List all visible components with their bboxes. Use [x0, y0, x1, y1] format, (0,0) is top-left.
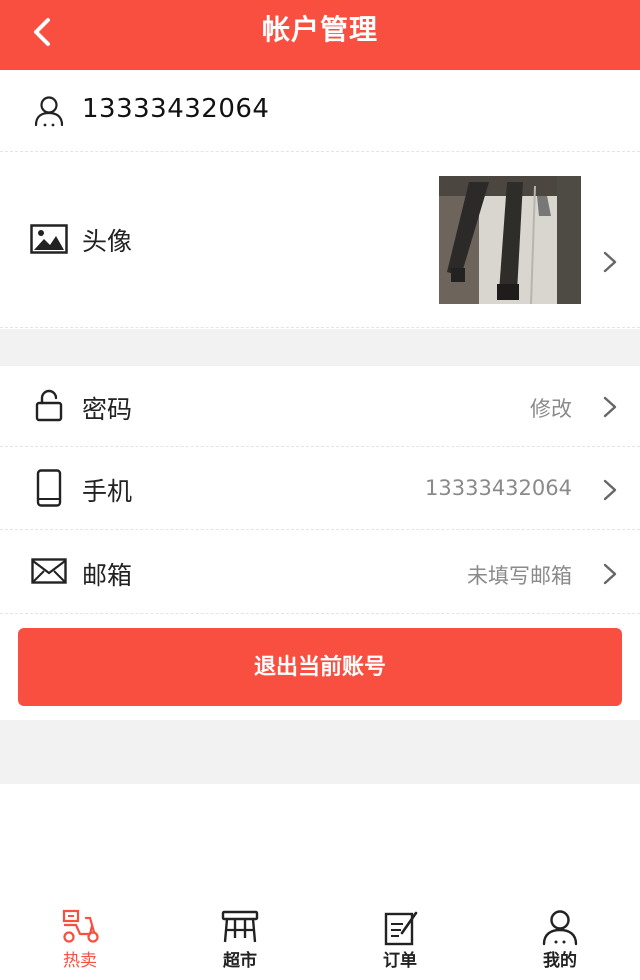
chevron-right-icon [603, 479, 617, 501]
account-username-row: 13333432064 [0, 70, 640, 152]
password-label: 密码 [82, 395, 133, 424]
phone-row[interactable]: 手机 13333432064 [0, 447, 640, 530]
store-stall-icon [221, 910, 259, 943]
tab-orders[interactable]: 订单 [320, 898, 480, 980]
phone-label: 手机 [82, 477, 133, 506]
tab-label: 超市 [223, 951, 257, 971]
tab-mine[interactable]: 我的 [480, 898, 640, 980]
phone-value: 13333432064 [425, 476, 572, 500]
password-value: 修改 [530, 397, 572, 421]
chevron-right-icon [603, 251, 617, 273]
top-bar: 帐户管理 [0, 0, 640, 70]
tab-label: 我的 [543, 951, 577, 971]
account-management-page: 帐户管理 13333432064 头像 密码 修改 手机 13333432064… [0, 0, 640, 980]
page-title: 帐户管理 [261, 13, 378, 46]
tab-label: 热卖 [63, 951, 97, 971]
bottom-tab-bar: 热卖 超市 订单 我的 [0, 898, 640, 980]
mobile-phone-icon [30, 469, 68, 507]
lock-icon [30, 386, 68, 424]
tab-label: 订单 [383, 951, 417, 971]
user-icon [30, 92, 68, 130]
section-gap-bottom [0, 720, 640, 784]
email-row[interactable]: 邮箱 未填写邮箱 [0, 530, 640, 614]
tab-supermarket[interactable]: 超市 [160, 898, 320, 980]
chevron-right-icon [603, 396, 617, 418]
user-icon [542, 910, 578, 946]
image-icon [30, 220, 68, 258]
logout-button[interactable]: 退出当前账号 [18, 628, 622, 706]
avatar-row[interactable]: 头像 [0, 152, 640, 328]
account-username: 13333432064 [82, 94, 270, 124]
scooter-icon [62, 909, 99, 943]
email-label: 邮箱 [82, 561, 133, 590]
email-value: 未填写邮箱 [467, 564, 572, 588]
chevron-right-icon [603, 563, 617, 585]
logout-section: 退出当前账号 [0, 614, 640, 720]
avatar[interactable] [439, 176, 581, 304]
order-edit-icon [384, 911, 418, 946]
avatar-label: 头像 [82, 227, 133, 256]
password-row[interactable]: 密码 修改 [0, 366, 640, 447]
mail-icon [30, 552, 68, 590]
section-gap [0, 329, 640, 366]
tab-hot-sale[interactable]: 热卖 [0, 898, 160, 980]
